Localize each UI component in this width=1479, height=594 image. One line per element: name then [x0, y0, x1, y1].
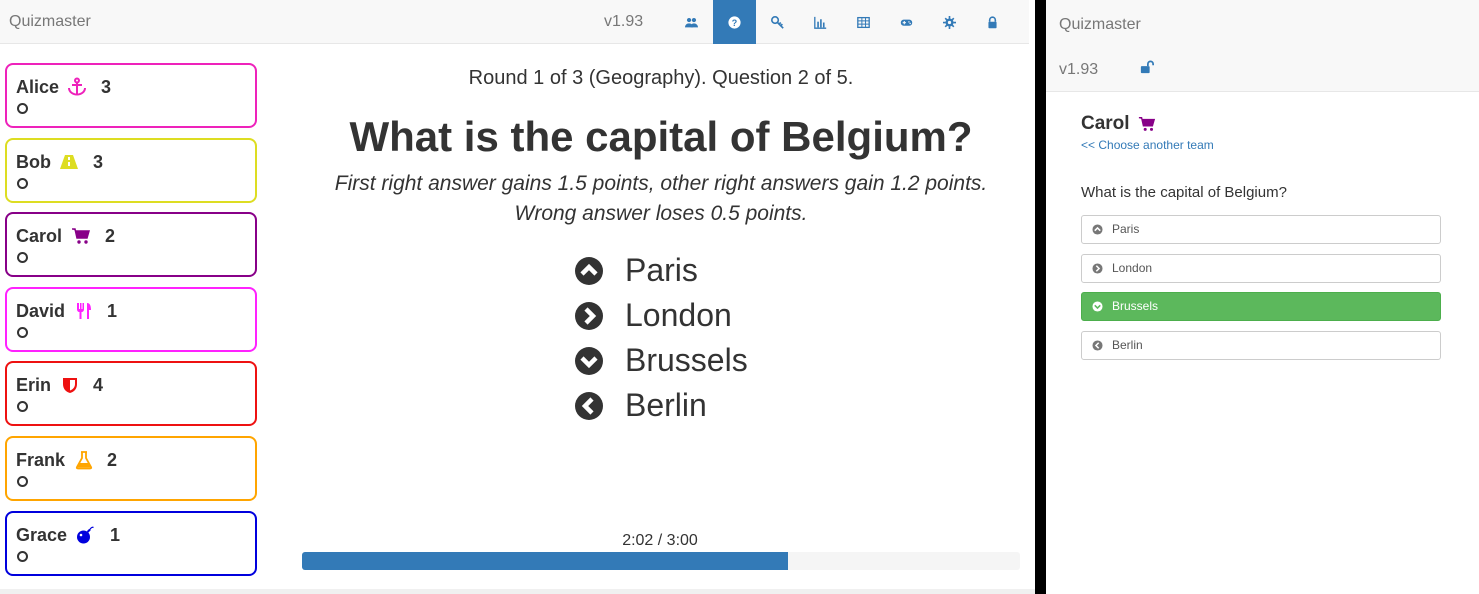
player-window: Quizmaster v1.93 Carol << Choose another…	[1046, 0, 1479, 594]
timer-progress-bar	[302, 552, 1020, 570]
answer-status-indicator	[17, 178, 28, 189]
player-question: What is the capital of Belgium?	[1081, 184, 1287, 201]
unlocked-icon[interactable]	[1140, 60, 1154, 74]
team-card-frank[interactable]: Frank 2	[5, 436, 257, 501]
chevron-right-circle-icon	[1092, 263, 1103, 274]
nav-table-button[interactable]	[842, 0, 885, 44]
chevron-right-circle-icon	[575, 302, 603, 330]
flask-icon	[75, 451, 93, 470]
shopping-cart-icon	[1138, 117, 1156, 131]
answer-status-indicator	[17, 476, 28, 487]
answer-text: Brussels	[625, 342, 748, 378]
team-name: David	[16, 301, 66, 321]
shopping-cart-icon	[72, 228, 90, 244]
timer-text: 2:02 / 3:00	[622, 532, 698, 549]
scoring-rule-wrong: Wrong answer loses 0.5 points.	[514, 202, 808, 225]
scoring-rule-right: First right answer gains 1.5 points, oth…	[334, 172, 988, 195]
answer-status-indicator	[17, 103, 28, 114]
team-card-bob[interactable]: Bob 3	[5, 138, 257, 203]
nav-lock-button[interactable]	[971, 0, 1014, 44]
chevron-down-circle-icon	[575, 347, 603, 375]
answer-button-label: Berlin	[1112, 338, 1143, 352]
answer-button-brussels[interactable]: Brussels	[1081, 292, 1441, 321]
team-score: 2	[107, 450, 118, 470]
answer-status-indicator	[17, 551, 28, 562]
team-card-alice[interactable]: Alice 3	[5, 63, 257, 128]
brand[interactable]: Quizmaster	[9, 13, 91, 31]
question-title: What is the capital of Belgium?	[349, 113, 973, 160]
gamepad-icon	[900, 19, 913, 26]
chevron-down-circle-icon	[1092, 301, 1103, 312]
road-icon	[60, 155, 78, 169]
nav-question-button[interactable]: ?	[713, 0, 756, 44]
table-icon	[857, 16, 870, 28]
team-score: 1	[110, 525, 121, 545]
team-score: 2	[105, 226, 116, 246]
answer-status-indicator	[17, 401, 28, 412]
chevron-up-circle-icon	[1092, 224, 1103, 235]
main-navbar: Quizmaster v1.93 ?	[0, 0, 1029, 44]
team-score: 3	[93, 152, 104, 172]
team-name: Bob	[16, 152, 51, 172]
bar-chart-icon	[814, 16, 827, 29]
answer-status-indicator	[17, 327, 28, 338]
answer-button-paris[interactable]: Paris	[1081, 215, 1441, 244]
bomb-icon	[77, 526, 94, 544]
chevron-left-circle-icon	[575, 392, 603, 420]
team-card-david[interactable]: David 1	[5, 287, 257, 352]
scoring-rules: First right answer gains 1.5 points, oth…	[300, 169, 1022, 229]
player-navbar: Quizmaster v1.93	[1046, 0, 1479, 92]
chevron-up-circle-icon	[575, 257, 603, 285]
answer-status-indicator	[17, 252, 28, 263]
lock-icon	[988, 15, 997, 28]
shield-icon	[63, 378, 77, 393]
answer-button-label: London	[1112, 261, 1153, 275]
team-name: Alice	[16, 77, 60, 97]
chevron-left-circle-icon	[1092, 340, 1103, 351]
answer-button-label: Paris	[1112, 222, 1140, 236]
nav-stats-button[interactable]	[799, 0, 842, 44]
selected-team-name: Carol	[1081, 113, 1130, 134]
brand[interactable]: Quizmaster	[1059, 16, 1141, 34]
team-score: 1	[107, 301, 118, 321]
nav-teams-button[interactable]	[670, 0, 713, 44]
team-name: Grace	[16, 525, 68, 545]
nav-game-button[interactable]	[885, 0, 928, 44]
team-name: Erin	[16, 375, 52, 395]
answer-text: Berlin	[625, 387, 707, 423]
timer-progress-fill	[302, 552, 789, 570]
choose-another-team-link[interactable]: << Choose another team	[1081, 138, 1214, 152]
answer-text: Paris	[625, 252, 698, 288]
anchor-icon	[68, 77, 86, 96]
nav-key-button[interactable]	[756, 0, 799, 44]
answer-button-label: Brussels	[1112, 299, 1159, 313]
answer-text: London	[625, 297, 732, 333]
quizmaster-main-window: Quizmaster v1.93 ? Alice 3 Bob 3 Carol 2…	[0, 0, 1035, 594]
answer-button-london[interactable]: London	[1081, 254, 1441, 283]
team-score: 4	[93, 375, 104, 395]
key-icon	[771, 15, 784, 29]
answer-button-berlin[interactable]: Berlin	[1081, 331, 1441, 360]
round-info: Round 1 of 3 (Geography). Question 2 of …	[468, 67, 854, 89]
version-label: v1.93	[1059, 61, 1099, 78]
window-bottom-edge	[0, 589, 1035, 594]
team-score: 3	[101, 77, 112, 97]
team-card-grace[interactable]: Grace 1	[5, 511, 257, 576]
gear-icon	[943, 15, 956, 29]
team-card-carol[interactable]: Carol 2	[5, 212, 257, 277]
users-icon	[685, 17, 698, 27]
question-icon: ?	[728, 15, 741, 29]
team-name: Carol	[16, 226, 63, 246]
svg-text:?: ?	[732, 17, 737, 27]
team-card-erin[interactable]: Erin 4	[5, 361, 257, 426]
cutlery-icon	[77, 303, 91, 319]
version-label: v1.93	[604, 13, 644, 30]
nav-settings-button[interactable]	[928, 0, 971, 44]
team-name: Frank	[16, 450, 66, 470]
